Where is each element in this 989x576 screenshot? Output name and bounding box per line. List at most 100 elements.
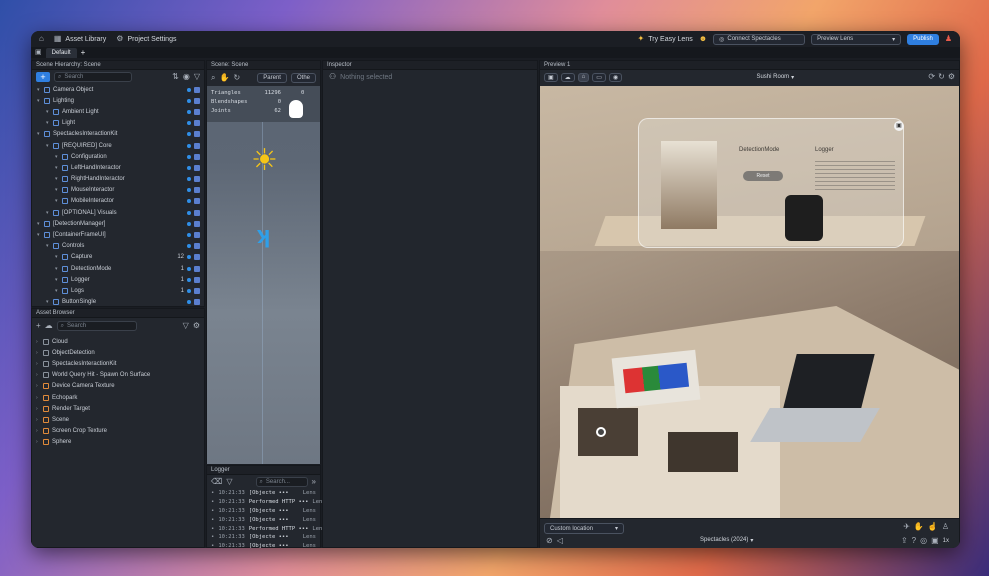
screenshot-icon[interactable]: ▣ [931,537,939,545]
record-icon[interactable]: ◎ [920,537,927,545]
expand-arrow-icon[interactable]: › [36,439,43,445]
camera-icon[interactable]: ▣ [544,72,558,82]
home-icon[interactable]: ⌂ [39,35,44,43]
expand-arrow-icon[interactable]: ▾ [46,143,53,149]
rotate-icon[interactable]: ↻ [233,73,240,82]
enabled-checkbox[interactable] [194,164,200,171]
active-dot-icon[interactable] [187,132,191,137]
tablet-icon[interactable]: ▭ [592,72,606,82]
enabled-checkbox[interactable] [194,198,200,205]
log-row[interactable]: • 10:21:33 [Objecte ••• Lens [207,507,320,516]
room-selector[interactable]: Sushi Room ▾ [756,74,794,81]
log-row[interactable]: • 10:21:33 [Objecte ••• Lens [207,489,320,498]
expand-arrow-icon[interactable]: › [36,406,43,412]
rotate-device-icon[interactable]: ⟳ [928,73,935,81]
active-dot-icon[interactable] [187,266,191,271]
active-dot-icon[interactable] [187,199,191,204]
active-dot-icon[interactable] [187,177,191,182]
hierarchy-item[interactable]: ▾ Camera Object [32,84,204,95]
asset-item[interactable]: › World Query Hit - Spawn On Surface [32,370,204,381]
project-settings-button[interactable]: ⚙ Project Settings [116,35,176,43]
asset-item[interactable]: › SpectaclesInteractionKit [32,358,204,369]
hierarchy-item[interactable]: ▾ [OPTIONAL] Visuals [32,207,204,218]
enabled-checkbox[interactable] [194,120,200,127]
asset-item[interactable]: › Echopark [32,392,204,403]
active-dot-icon[interactable] [187,277,191,282]
expand-icon[interactable]: » [312,478,316,486]
expand-arrow-icon[interactable]: ▾ [46,210,53,216]
active-dot-icon[interactable] [187,300,191,305]
expand-arrow-icon[interactable]: ▾ [55,266,62,272]
expand-arrow-icon[interactable]: ▾ [55,187,62,193]
preview-lens-dropdown[interactable]: Preview Lens ▾ [811,33,902,45]
active-dot-icon[interactable] [187,221,191,226]
expand-arrow-icon[interactable]: › [36,361,43,367]
cloud-icon[interactable]: ☁ [45,322,53,330]
cloud-icon[interactable]: ☁ [560,72,575,82]
expand-arrow-icon[interactable]: › [36,383,43,389]
hierarchy-item[interactable]: ▾ Configuration [32,151,204,162]
interactor-gizmo-icon[interactable]: ʞ [257,224,270,248]
eye-icon[interactable]: ◉ [608,72,623,82]
expand-arrow-icon[interactable]: › [36,428,43,434]
hierarchy-item[interactable]: ▾ DetectionMode 1 [32,263,204,274]
active-dot-icon[interactable] [187,165,191,170]
filter-icon[interactable]: ▽ [194,73,200,81]
hierarchy-item[interactable]: ▾ Lighting [32,95,204,106]
active-dot-icon[interactable] [187,210,191,215]
hierarchy-item[interactable]: ▾ RightHandInteractor [32,174,204,185]
enabled-checkbox[interactable] [194,97,200,104]
log-row[interactable]: • 10:21:33 Performed HTTP ••• Lens [207,524,326,533]
active-dot-icon[interactable] [187,98,191,103]
hierarchy-item[interactable]: ▾ Light [32,118,204,129]
hierarchy-item[interactable]: ▾ Controls [32,241,204,252]
enabled-checkbox[interactable] [194,287,200,294]
expand-arrow-icon[interactable]: ▾ [55,165,62,171]
filter-icon[interactable]: ▽ [183,322,189,330]
speaker-icon[interactable]: ◁ [557,537,563,545]
eye-icon[interactable]: ◉ [183,73,190,81]
active-dot-icon[interactable] [187,288,191,293]
hierarchy-item[interactable]: ▾ Capture 12 [32,252,204,263]
layout-icon[interactable]: ▣ [35,49,42,57]
enabled-checkbox[interactable] [194,131,200,138]
log-row[interactable]: • 10:21:33 [Objecte ••• Lens [207,533,320,542]
asset-item[interactable]: › ObjectDetection [32,347,204,358]
add-asset-icon[interactable]: + [36,322,41,330]
connect-spectacles-dropdown[interactable]: ◎ Connect Spectacles [713,33,806,45]
hierarchy-search-input[interactable]: ⌕ Search [54,72,132,82]
asset-item[interactable]: › Screen Crop Texture [32,426,204,437]
active-dot-icon[interactable] [187,109,191,114]
try-easy-lens-button[interactable]: ✦ Try Easy Lens [638,35,693,43]
device-selector[interactable]: Spectacles (2024) ▾ [700,537,753,544]
mic-off-icon[interactable]: ⊘ [546,537,553,545]
enabled-checkbox[interactable] [194,153,200,160]
expand-arrow-icon[interactable]: ▾ [37,87,44,93]
hierarchy-item[interactable]: ▾ ButtonSingle [32,297,204,308]
active-dot-icon[interactable] [187,188,191,193]
asset-search-input[interactable]: ⌕ Search [56,321,137,331]
add-object-button[interactable]: + [36,72,50,82]
hierarchy-item[interactable]: ▾ MobileInteractor [32,196,204,207]
log-row[interactable]: • 10:21:33 [Objecte ••• Lens [207,542,320,548]
hierarchy-item[interactable]: ▾ Ambient Light [32,106,204,117]
asset-item[interactable]: › Device Camera Texture [32,381,204,392]
expand-arrow-icon[interactable]: ▾ [55,154,62,160]
enabled-checkbox[interactable] [194,187,200,194]
other-button[interactable]: Othe [290,72,316,83]
settings-icon[interactable]: ⚙ [948,73,955,81]
enabled-checkbox[interactable] [194,86,200,93]
room-icon[interactable]: ⌂ [577,72,590,82]
ar-container-frame[interactable]: DetectionMode Reset Logger ▣ [638,118,904,248]
enabled-checkbox[interactable] [194,176,200,183]
asset-library-button[interactable]: ▦ Asset Library [54,35,106,43]
enabled-checkbox[interactable] [194,209,200,216]
enabled-checkbox[interactable] [194,299,200,306]
hierarchy-item[interactable]: ▾ LeftHandInteractor [32,162,204,173]
snap-ghost-icon[interactable]: ☻ [699,35,707,43]
enabled-checkbox[interactable] [194,232,200,239]
clear-icon[interactable]: ⌫ [211,478,222,486]
enabled-checkbox[interactable] [194,243,200,250]
expand-arrow-icon[interactable]: ▾ [37,98,44,104]
add-tab-icon[interactable]: + [81,48,86,57]
